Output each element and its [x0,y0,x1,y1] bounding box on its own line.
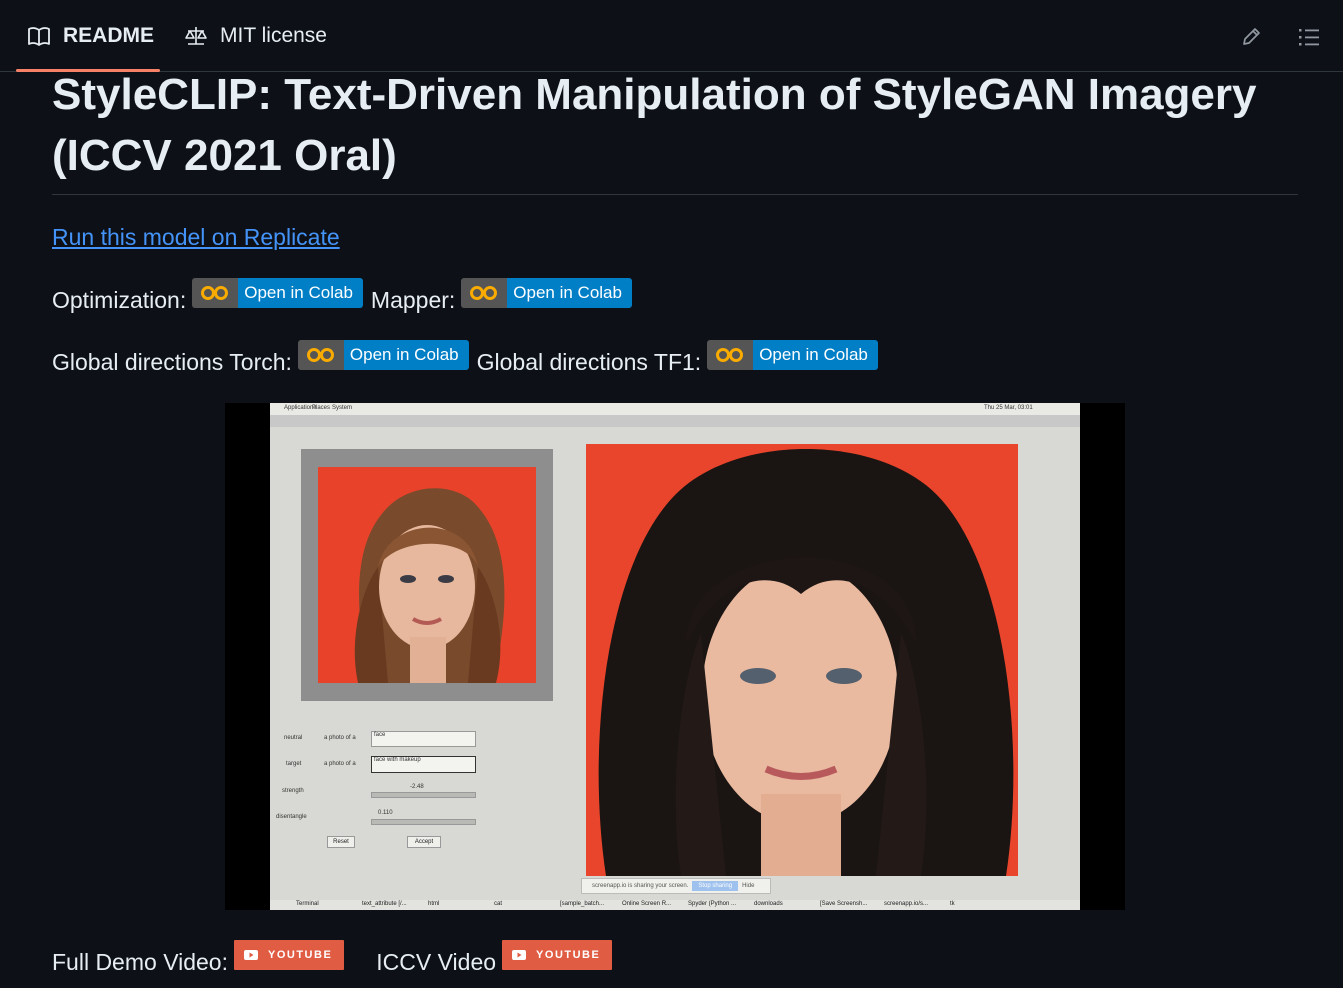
neutral-prefix: a photo of a [324,735,356,741]
taskbar-item: [sample_batch... [560,901,605,907]
taskbar-item: tk [950,901,955,907]
disentangle-label: disentangle [276,814,307,820]
optimization-label: Optimization: [52,286,187,313]
full-demo-label: Full Demo Video: [52,948,228,975]
colab-row-2: Global directions Torch: Open in Colab G… [52,340,886,384]
list-icon [1299,29,1319,46]
share-text: screenapp.io is sharing your screen. [592,883,689,889]
colab-badge-optimization[interactable]: Open in Colab [192,278,363,308]
taskbar-item: [Save Screensh... [820,901,868,907]
desktop-taskbar: Terminal text_attribute [/... html cat [… [270,900,1080,910]
tab-readme-label: README [63,24,155,47]
colab-logo-icon [707,340,754,370]
accept-button[interactable]: Accept [407,836,441,848]
global-torch-label: Global directions Torch: [52,348,292,375]
neutral-label: neutral [284,735,303,741]
colab-logo-icon [461,278,508,308]
title-divider [52,194,1298,195]
target-prefix: a photo of a [324,761,356,767]
tab-license[interactable]: MIT license [184,0,327,72]
strength-value: -2.48 [410,784,424,790]
screen-share-bar: screenapp.io is sharing your screen. Sto… [581,878,771,894]
video-row: Full Demo Video: YOUTUBE ICCV Video YOUT… [52,940,613,984]
youtube-badge-full-demo[interactable]: YOUTUBE [234,940,345,970]
target-label: target [286,761,302,767]
colab-badge-label: Open in Colab [753,340,878,370]
colab-badge-mapper[interactable]: Open in Colab [461,278,632,308]
colab-badge-global-torch[interactable]: Open in Colab [297,340,469,370]
taskbar-item: text_attribute [/... [362,901,407,907]
taskbar-item: cat [494,901,503,907]
taskbar-item: Spyder (Python ... [688,901,737,907]
youtube-play-icon [512,950,527,960]
colab-row-1: Optimization: Open in Colab Mapper: Open… [52,278,640,322]
colab-logo-icon [192,278,239,308]
iccv-label: ICCV Video [376,948,497,975]
global-tf1-label: Global directions TF1: [476,348,702,375]
taskbar-item: screenapp.io/s... [884,901,929,907]
youtube-badge-iccv[interactable]: YOUTUBE [502,940,613,970]
stop-sharing-button[interactable]: Stop sharing [692,881,739,891]
taskbar-item: downloads [754,901,783,907]
demo-screen: Applications Places System Thu 25 Mar, 0… [270,403,1080,910]
outline-button[interactable] [1294,22,1324,52]
input-face-image [318,467,536,683]
colab-badge-global-tf1[interactable]: Open in Colab [707,340,878,370]
youtube-badge-label: YOUTUBE [536,949,601,961]
replicate-link[interactable]: Run this model on Replicate [52,224,340,251]
reset-button[interactable]: Reset [327,836,355,848]
readme-tab-bar: README MIT license [0,0,1343,72]
page-title: StyleCLIP: Text-Driven Manipulation of S… [52,70,1257,180]
menu-system: System [332,405,353,411]
book-icon [28,27,50,46]
menu-places: Places [312,405,331,411]
neutral-input[interactable]: face [371,731,476,747]
window-titlebar [270,415,1080,427]
panel-clock: Thu 25 Mar, 03:01 [984,405,1033,411]
edit-file-button[interactable] [1236,22,1266,52]
hide-button[interactable]: Hide [742,883,754,889]
colab-badge-label: Open in Colab [507,278,632,308]
colab-badge-label: Open in Colab [343,340,469,370]
strength-label: strength [282,788,304,794]
colab-logo-icon [297,340,344,370]
output-face-image [586,444,1018,876]
mapper-label: Mapper: [370,286,456,313]
colab-badge-label: Open in Colab [238,278,363,308]
demo-animation: Applications Places System Thu 25 Mar, 0… [225,403,1125,910]
tab-license-label: MIT license [220,24,327,47]
disentangle-value: 0.110 [378,810,393,816]
strength-slider[interactable] [371,792,476,798]
target-input[interactable]: face with makeup [371,756,476,773]
youtube-badge-label: YOUTUBE [268,949,333,961]
taskbar-item: html [428,901,440,907]
disentangle-slider[interactable] [371,819,476,825]
pencil-icon [1243,28,1260,45]
desktop-top-panel: Applications Places System Thu 25 Mar, 0… [270,403,1080,415]
tab-readme[interactable]: README [27,0,154,72]
scale-icon [185,27,207,45]
youtube-play-icon [244,950,258,960]
taskbar-item: Terminal [296,901,319,907]
taskbar-item: Online Screen R... [622,901,672,907]
input-image-frame [301,449,553,701]
